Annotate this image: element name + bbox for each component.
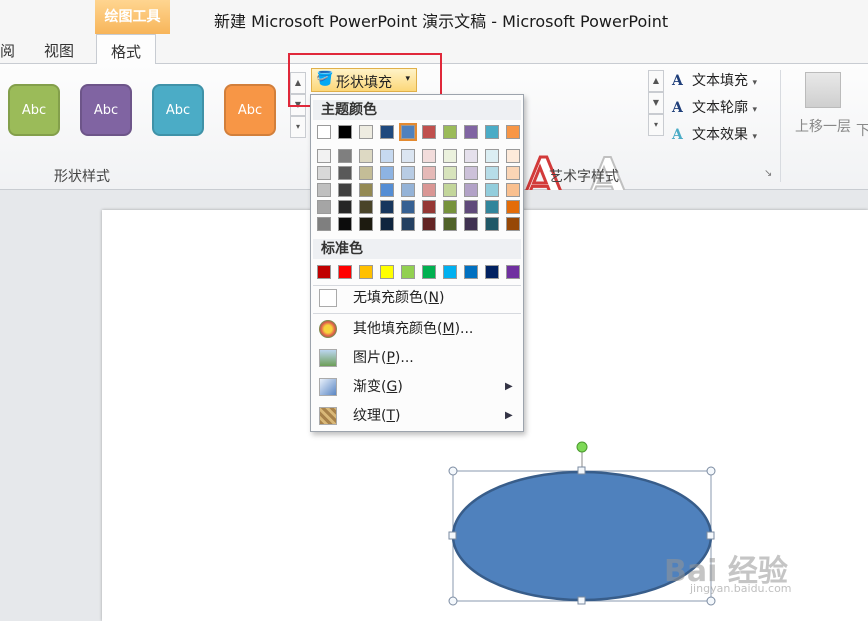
theme-color-swatch[interactable] (443, 125, 457, 139)
theme-shade-swatch[interactable] (506, 183, 520, 197)
theme-shade-swatch[interactable] (422, 200, 436, 214)
theme-color-swatch[interactable] (359, 125, 373, 139)
standard-color-swatch[interactable] (317, 265, 331, 279)
menu-item-picture[interactable]: 图片(P)... (311, 345, 523, 371)
submenu-arrow-icon: ▶ (505, 410, 513, 421)
theme-shade-swatch[interactable] (506, 149, 520, 163)
standard-color-swatch[interactable] (506, 265, 520, 279)
standard-color-swatch[interactable] (359, 265, 373, 279)
theme-shade-swatch[interactable] (464, 200, 478, 214)
menu-item-texture[interactable]: 纹理(T) ▶ (311, 403, 523, 429)
no-fill-icon (319, 289, 337, 307)
theme-shade-swatch[interactable] (422, 149, 436, 163)
resize-handle-bottom-right[interactable] (706, 596, 716, 606)
theme-shade-swatch[interactable] (401, 149, 415, 163)
theme-shade-swatch[interactable] (380, 149, 394, 163)
resize-handle-right[interactable] (706, 531, 715, 540)
theme-color-swatch[interactable] (422, 125, 436, 139)
theme-shade-swatch[interactable] (317, 149, 331, 163)
menu-separator (313, 313, 521, 314)
theme-shade-swatch[interactable] (485, 166, 499, 180)
theme-color-swatch[interactable] (399, 123, 417, 141)
theme-shade-swatch[interactable] (485, 217, 499, 231)
resize-handle-left[interactable] (448, 531, 457, 540)
submenu-arrow-icon: ▶ (505, 381, 513, 392)
theme-color-swatch[interactable] (317, 125, 331, 139)
menu-item-no-fill[interactable]: 无填充颜色(N) (311, 285, 523, 311)
theme-shade-swatch[interactable] (443, 149, 457, 163)
standard-color-swatch[interactable] (338, 265, 352, 279)
texture-icon (319, 407, 337, 425)
theme-shade-swatch[interactable] (464, 183, 478, 197)
standard-color-swatch[interactable] (464, 265, 478, 279)
theme-color-swatch[interactable] (338, 125, 352, 139)
standard-color-swatch[interactable] (443, 265, 457, 279)
theme-shade-swatch[interactable] (464, 217, 478, 231)
theme-shade-swatch[interactable] (359, 166, 373, 180)
theme-shade-swatch[interactable] (359, 200, 373, 214)
color-palette-icon (319, 320, 337, 338)
theme-shade-swatch[interactable] (506, 166, 520, 180)
theme-shade-swatch[interactable] (464, 149, 478, 163)
theme-colors-header: 主题颜色 (313, 100, 521, 120)
theme-shade-swatch[interactable] (443, 183, 457, 197)
resize-handle-bottom[interactable] (577, 596, 586, 605)
theme-shade-swatch[interactable] (380, 183, 394, 197)
theme-shade-swatch[interactable] (380, 166, 394, 180)
theme-shade-swatch[interactable] (401, 200, 415, 214)
standard-color-swatch[interactable] (401, 265, 415, 279)
theme-shade-swatch[interactable] (359, 217, 373, 231)
theme-shade-swatch[interactable] (443, 166, 457, 180)
theme-shade-swatch[interactable] (317, 166, 331, 180)
theme-shade-swatch[interactable] (380, 217, 394, 231)
theme-color-swatch[interactable] (380, 125, 394, 139)
theme-shade-swatch[interactable] (338, 149, 352, 163)
standard-color-swatch[interactable] (380, 265, 394, 279)
theme-shade-swatch[interactable] (506, 200, 520, 214)
theme-shade-swatch[interactable] (506, 217, 520, 231)
menu-item-gradient[interactable]: 渐变(G) ▶ (311, 374, 523, 400)
resize-handle-top[interactable] (577, 466, 586, 475)
theme-shade-swatch[interactable] (464, 166, 478, 180)
theme-shade-swatch[interactable] (401, 166, 415, 180)
resize-handle-top-left[interactable] (448, 466, 458, 476)
theme-shade-swatch[interactable] (401, 217, 415, 231)
theme-shade-swatch[interactable] (422, 217, 436, 231)
gradient-icon (319, 378, 337, 396)
theme-shade-swatch[interactable] (485, 183, 499, 197)
theme-shade-swatch[interactable] (380, 200, 394, 214)
theme-shade-swatch[interactable] (422, 183, 436, 197)
picture-icon (319, 349, 337, 367)
theme-shade-swatch[interactable] (359, 149, 373, 163)
theme-shade-swatch[interactable] (359, 183, 373, 197)
shape-fill-dropdown: 主题颜色 标准色 无填充颜色(N) 其他填充颜色(M)... 图片(P)... … (310, 94, 524, 432)
theme-shade-swatch[interactable] (485, 149, 499, 163)
theme-shade-swatch[interactable] (422, 166, 436, 180)
baidu-watermark-url: jingyan.baidu.com (690, 582, 792, 595)
menu-item-more-colors[interactable]: 其他填充颜色(M)... (311, 316, 523, 342)
theme-shade-swatch[interactable] (485, 200, 499, 214)
theme-shade-swatch[interactable] (317, 217, 331, 231)
standard-color-swatch[interactable] (422, 265, 436, 279)
standard-color-swatch[interactable] (485, 265, 499, 279)
theme-shade-swatch[interactable] (338, 183, 352, 197)
theme-shade-swatch[interactable] (317, 183, 331, 197)
theme-shade-swatch[interactable] (317, 200, 331, 214)
theme-color-swatch[interactable] (506, 125, 520, 139)
theme-color-swatch[interactable] (485, 125, 499, 139)
theme-shade-swatch[interactable] (443, 217, 457, 231)
theme-shade-swatch[interactable] (401, 183, 415, 197)
rotation-handle[interactable] (576, 441, 588, 453)
resize-handle-top-right[interactable] (706, 466, 716, 476)
theme-shade-swatch[interactable] (338, 217, 352, 231)
theme-shade-swatch[interactable] (338, 200, 352, 214)
standard-colors-header: 标准色 (313, 239, 521, 259)
theme-shade-swatch[interactable] (338, 166, 352, 180)
resize-handle-bottom-left[interactable] (448, 596, 458, 606)
theme-color-swatch[interactable] (464, 125, 478, 139)
theme-shade-swatch[interactable] (443, 200, 457, 214)
